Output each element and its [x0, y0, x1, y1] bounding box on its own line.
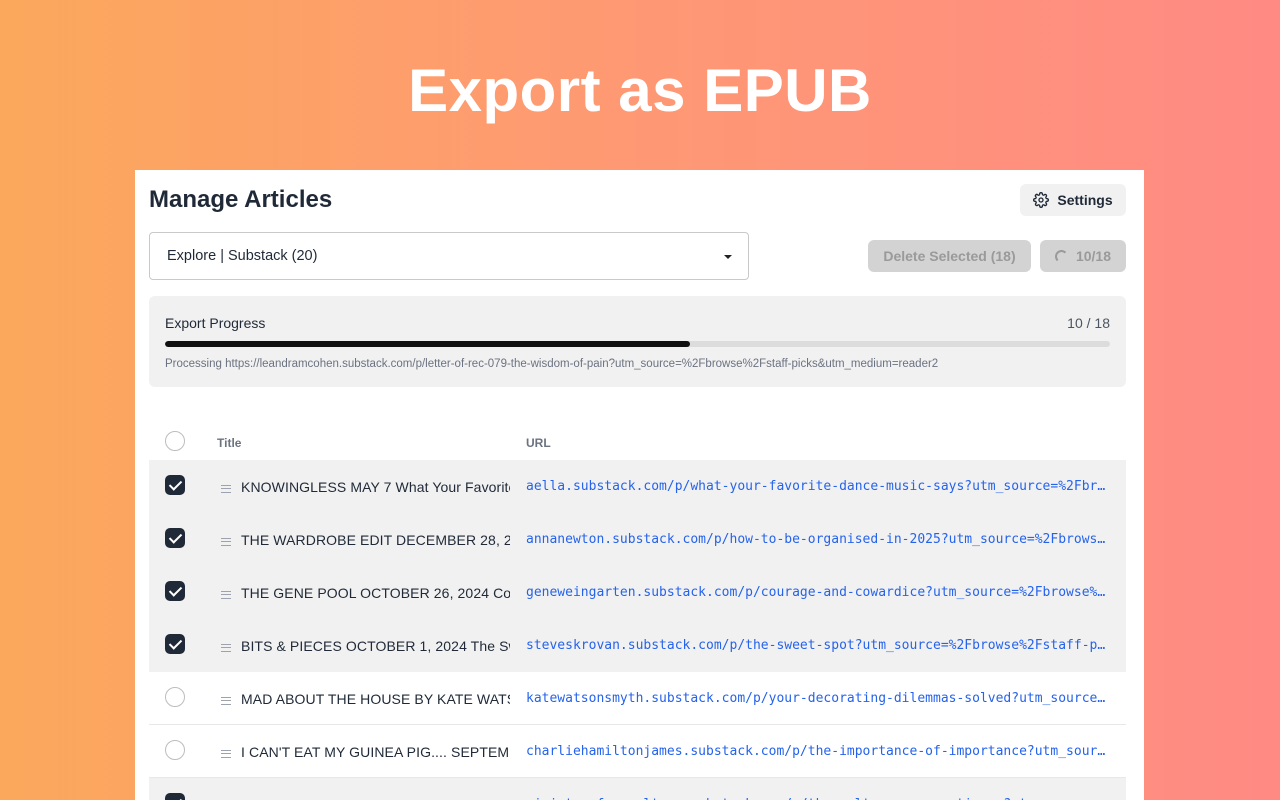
article-url-link[interactable]: aella.substack.com/p/what-your-favorite-… — [526, 479, 1111, 494]
hero-title: Export as EPUB — [408, 57, 872, 124]
source-select[interactable]: Explore | Substack (20) — [149, 232, 749, 280]
export-progress-count: 10 / 18 — [1067, 315, 1110, 331]
export-progress-button-label: 10/18 — [1075, 248, 1112, 264]
drag-handle-icon[interactable] — [221, 750, 231, 758]
table-row[interactable]: THE GENE POOL OCTOBER 26, 2024 Courage a… — [149, 566, 1126, 619]
chevron-down-icon — [724, 255, 732, 259]
article-url-link[interactable]: steveskrovan.substack.com/p/the-sweet-sp… — [526, 638, 1111, 653]
article-title: BITS & PIECES OCTOBER 1, 2024 The Sweet … — [241, 638, 510, 654]
article-url-link[interactable]: geneweingarten.substack.com/p/courage-an… — [526, 585, 1111, 600]
article-url-link[interactable]: annanewton.substack.com/p/how-to-be-orga… — [526, 532, 1111, 547]
article-url-link[interactable]: katewatsonsmyth.substack.com/p/your-deco… — [526, 691, 1111, 706]
drag-handle-icon[interactable] — [221, 538, 231, 546]
table-row[interactable]: BITS & PIECES OCTOBER 1, 2024 The Sweet … — [149, 619, 1126, 672]
row-checkbox[interactable] — [165, 581, 185, 601]
table-row[interactable]: THE WARDROBE EDIT DECEMBER 28, 2024 How … — [149, 513, 1126, 566]
drag-handle-icon[interactable] — [221, 697, 231, 705]
article-title: KNOWINGLESS MAY 7 What Your Favorite Dan… — [241, 479, 510, 495]
table-row[interactable]: I CAN'T EAT MY GUINEA PIG.... SEPTEMBER c… — [149, 725, 1126, 778]
row-checkbox[interactable] — [165, 740, 185, 760]
table-row[interactable]: KNOWINGLESS MAY 7 What Your Favorite Dan… — [149, 460, 1126, 513]
article-url-link[interactable]: charliehamiltonjames.substack.com/p/the-… — [526, 744, 1111, 759]
article-title: MAD ABOUT THE HOUSE BY KATE WATSON-SMYTH — [241, 691, 510, 707]
page-title: Manage Articles — [149, 186, 333, 213]
source-select-value: Explore | Substack (20) — [167, 248, 318, 264]
manage-articles-panel: Manage Articles Settings Explore | Subst… — [135, 170, 1144, 800]
row-checkbox[interactable] — [165, 687, 185, 707]
column-header-url[interactable]: URL — [526, 436, 551, 450]
drag-handle-icon[interactable] — [221, 644, 231, 652]
settings-label: Settings — [1057, 192, 1113, 208]
export-progress-label: Export Progress — [165, 315, 266, 331]
settings-button[interactable]: Settings — [1020, 184, 1126, 216]
gear-icon — [1033, 192, 1050, 208]
article-title: THE GENE POOL OCTOBER 26, 2024 Courage a… — [241, 585, 510, 601]
table-header: Title URL — [149, 417, 1126, 459]
drag-handle-icon[interactable] — [221, 485, 231, 493]
export-progress-bar — [165, 341, 1110, 347]
export-progress-button[interactable]: 10/18 — [1040, 240, 1126, 272]
export-progress-fill — [165, 341, 691, 347]
drag-handle-icon[interactable] — [221, 591, 231, 599]
article-title: I CAN'T EAT MY GUINEA PIG.... SEPTEMBER — [241, 744, 510, 760]
article-title: THE WARDROBE EDIT DECEMBER 28, 2024 How … — [241, 532, 510, 548]
row-checkbox[interactable] — [165, 793, 185, 800]
select-all-checkbox[interactable] — [165, 431, 185, 451]
table-row[interactable]: MAD ABOUT THE HOUSE BY KATE WATSON-SMYTH… — [149, 672, 1126, 725]
delete-selected-button[interactable]: Delete Selected (18) — [868, 240, 1031, 272]
row-checkbox[interactable] — [165, 475, 185, 495]
row-checkbox[interactable] — [165, 634, 185, 654]
table-row[interactable]: MINISTRY OF POP CULTURE OCTOBERministryo… — [149, 778, 1126, 800]
column-header-title[interactable]: Title — [217, 436, 241, 450]
spinner-icon — [1054, 249, 1068, 263]
export-progress-status: Processing https://leandramcohen.substac… — [165, 358, 939, 370]
row-checkbox[interactable] — [165, 528, 185, 548]
export-progress-card: Export Progress 10 / 18 Processing https… — [149, 296, 1126, 387]
articles-table-body: KNOWINGLESS MAY 7 What Your Favorite Dan… — [149, 460, 1126, 800]
